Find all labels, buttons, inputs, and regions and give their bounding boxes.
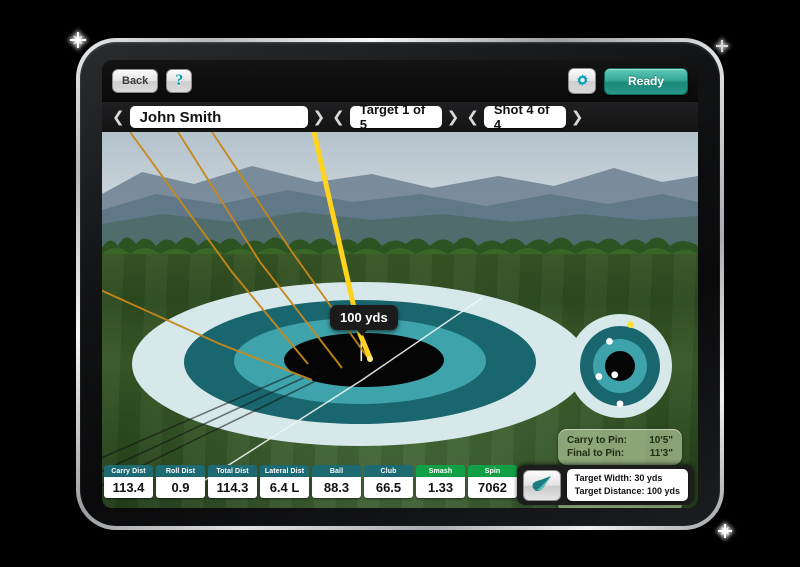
stat-value: 66.5 [364, 477, 413, 498]
stat-value: 114.3 [208, 477, 257, 498]
target-stepper: ❮ Target 1 of 5 ❯ [330, 106, 461, 128]
stat-column: Club66.5 [364, 465, 413, 498]
stat-value: 88.3 [312, 477, 361, 498]
shot-next-arrow[interactable]: ❯ [569, 110, 586, 125]
shot-stepper: ❮ Shot 4 of 4 ❯ [464, 106, 585, 128]
target-info-box: Target Width: 30 yds Target Distance: 10… [567, 469, 688, 501]
pin-row-carry: Carry to Pin: 10'5" [567, 434, 673, 447]
stat-value: 1.33 [416, 477, 465, 498]
stat-value: 0.9 [156, 477, 205, 498]
final-to-pin-value: 11'3" [650, 448, 673, 459]
stat-column: Lateral Dist6.4 L [260, 465, 309, 498]
target-progress-field[interactable]: Target 1 of 5 [350, 106, 442, 128]
stat-column: Roll Dist0.9 [156, 465, 205, 498]
question-mark-icon: ? [175, 72, 183, 90]
sparkle-glint-bottom-right [718, 524, 732, 538]
stat-value: 7062 [468, 477, 517, 498]
stat-value: 6.4 L [260, 477, 309, 498]
final-to-pin-label: Final to Pin: [567, 448, 624, 459]
target-distance-text: Target Distance: 100 yds [575, 485, 680, 498]
back-button[interactable]: Back [112, 69, 158, 93]
selector-bar: ❮ John Smith ❯ ❮ Target 1 of 5 ❯ ❮ Shot … [102, 102, 698, 132]
pin-distance-panel: Carry to Pin: 10'5" Final to Pin: 11'3" [558, 429, 682, 465]
app-toolbar: Back ? Ready [102, 60, 698, 102]
stat-header: Roll Dist [156, 465, 205, 477]
club-select-button[interactable] [523, 470, 561, 501]
help-button[interactable]: ? [166, 69, 192, 93]
club-and-target-panel: Target Width: 30 yds Target Distance: 10… [517, 465, 694, 505]
player-next-arrow[interactable]: ❯ [311, 110, 328, 125]
player-name-field[interactable]: John Smith [130, 106, 308, 128]
screenshot-root: Back ? Ready ❮ John Smith ❯ ❮ Targ [0, 0, 800, 567]
target-next-arrow[interactable]: ❯ [445, 110, 462, 125]
shot-prev-arrow[interactable]: ❮ [464, 110, 481, 125]
stat-value: 113.4 [104, 477, 153, 498]
stat-column: Total Dist114.3 [208, 465, 257, 498]
target-prev-arrow[interactable]: ❮ [330, 110, 347, 125]
stat-header: Ball [312, 465, 361, 477]
shot-dispersion-minimap[interactable] [566, 312, 674, 420]
stat-header: Club [364, 465, 413, 477]
settings-button[interactable] [568, 68, 596, 94]
target-width-text: Target Width: 30 yds [575, 472, 680, 485]
player-stepper: ❮ John Smith ❯ [110, 106, 327, 128]
minimap-shot-dot [606, 338, 613, 345]
shot-progress-field[interactable]: Shot 4 of 4 [484, 106, 566, 128]
distance-marker-tooltip: 100 yds [330, 305, 398, 330]
minimap-shot-dot [595, 373, 602, 380]
stat-column: Spin7062 [468, 465, 517, 498]
carry-to-pin-label: Carry to Pin: [567, 435, 627, 446]
minimap-shot-dot [617, 400, 624, 407]
stat-header: Smash [416, 465, 465, 477]
stat-header: Total Dist [208, 465, 257, 477]
stat-column: Smash1.33 [416, 465, 465, 498]
minimap-shot-dot [611, 371, 618, 378]
sparkle-glint-top-left [70, 32, 86, 48]
gear-icon [574, 73, 591, 90]
stat-column: Ball88.3 [312, 465, 361, 498]
carry-to-pin-value: 10'5" [649, 435, 673, 446]
stat-column: Carry Dist113.4 [104, 465, 153, 498]
ready-button[interactable]: Ready [604, 68, 688, 95]
golf-club-icon [529, 475, 555, 495]
minimap-shot-dot [627, 321, 634, 328]
tablet-screen: Back ? Ready ❮ John Smith ❯ ❮ Targ [102, 60, 698, 508]
pin-row-final: Final to Pin: 11'3" [567, 447, 673, 460]
range-3d-view[interactable]: 100 yds Carry to Pin: 10'5" Final to Pin… [102, 132, 698, 508]
player-prev-arrow[interactable]: ❮ [110, 110, 127, 125]
stat-header: Spin [468, 465, 517, 477]
stat-header: Carry Dist [104, 465, 153, 477]
sparkle-glint-top-right [716, 40, 728, 52]
stat-header: Lateral Dist [260, 465, 309, 477]
